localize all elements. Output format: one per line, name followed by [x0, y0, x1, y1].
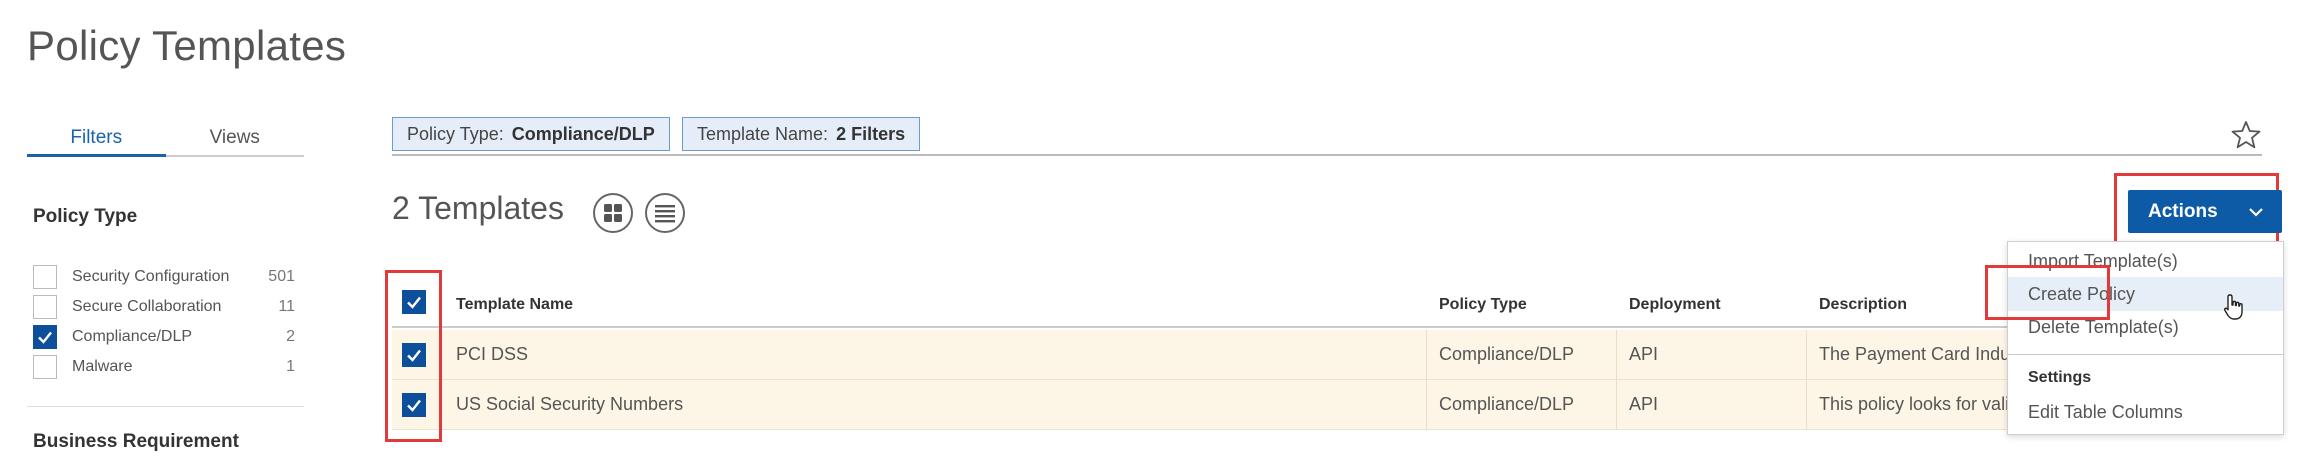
column-separator	[1806, 380, 1807, 429]
filter-label: Compliance/DLP	[72, 328, 193, 345]
tab-filters[interactable]: Filters	[27, 123, 166, 157]
filter-count: 501	[268, 268, 295, 285]
column-header-template-name[interactable]: Template Name	[456, 296, 573, 314]
menu-item-edit-table-columns[interactable]: Edit Table Columns	[2008, 395, 2283, 429]
filter-item-security-configuration[interactable]: Security Configuration 501	[33, 262, 295, 292]
business-requirement-heading: Business Requirement	[33, 431, 239, 452]
cell-template-name[interactable]: PCI DSS	[456, 344, 528, 365]
menu-section-settings: Settings	[2028, 369, 2092, 386]
cell-policy-type: Compliance/DLP	[1439, 344, 1575, 364]
filter-label: Security Configuration	[72, 268, 230, 285]
policy-type-heading: Policy Type	[33, 206, 138, 227]
actions-menu: Import Template(s) Create Policy Delete …	[2007, 241, 2284, 435]
chip-value: Compliance/DLP	[511, 123, 655, 144]
checkmark-icon	[407, 296, 421, 309]
checkmark-icon	[407, 399, 421, 412]
table-row[interactable]: US Social Security Numbers Compliance/DL…	[392, 380, 2222, 430]
column-header-deployment[interactable]: Deployment	[1629, 296, 1721, 314]
checkmark-icon	[38, 331, 52, 344]
filter-item-secure-collaboration[interactable]: Secure Collaboration 11	[33, 292, 295, 322]
filter-label: Malware	[72, 358, 133, 375]
sidebar-divider	[27, 406, 304, 407]
column-separator	[1806, 330, 1807, 379]
list-view-button[interactable]	[645, 193, 685, 233]
sidebar-tabs: Filters Views	[27, 123, 304, 157]
actions-button[interactable]: Actions	[2128, 190, 2282, 233]
filter-checkbox[interactable]	[33, 265, 57, 289]
grid-view-button[interactable]	[593, 193, 633, 233]
hand-cursor-icon	[2224, 294, 2243, 320]
results-count: 2 Templates	[392, 190, 564, 226]
filter-item-malware[interactable]: Malware 1	[33, 352, 295, 382]
actions-label: Actions	[2148, 200, 2218, 222]
active-filter-bar: Policy Type: Compliance/DLP Template Nam…	[392, 115, 2262, 156]
table-header: Template Name Policy Type Deployment Des…	[392, 284, 2222, 328]
filter-item-compliance-dlp[interactable]: Compliance/DLP 2	[33, 322, 295, 352]
menu-item-import-templates[interactable]: Import Template(s)	[2008, 244, 2283, 278]
filter-count: 2	[286, 328, 295, 345]
column-separator	[1616, 380, 1617, 429]
row-checkbox[interactable]	[402, 393, 426, 417]
filter-checkbox[interactable]	[33, 355, 57, 379]
column-header-description[interactable]: Description	[1819, 296, 1907, 314]
filter-checkbox-checked[interactable]	[33, 325, 57, 349]
tab-views[interactable]: Views	[166, 123, 305, 155]
filter-count: 11	[278, 298, 295, 315]
star-icon[interactable]	[2230, 119, 2262, 151]
select-all-checkbox[interactable]	[402, 290, 426, 314]
cell-policy-type: Compliance/DLP	[1439, 394, 1575, 414]
filter-count: 1	[286, 358, 295, 375]
row-checkbox[interactable]	[402, 343, 426, 367]
filter-label: Secure Collaboration	[72, 298, 222, 315]
chip-key: Policy Type:	[407, 123, 504, 144]
page-title: Policy Templates	[27, 22, 347, 69]
menu-divider	[2008, 354, 2283, 355]
filter-chip-template-name[interactable]: Template Name: 2 Filters	[682, 117, 921, 151]
column-separator	[1426, 330, 1427, 379]
column-separator	[1616, 330, 1617, 379]
column-separator	[1426, 380, 1427, 429]
cell-template-name[interactable]: US Social Security Numbers	[456, 394, 683, 415]
column-header-policy-type[interactable]: Policy Type	[1439, 296, 1527, 314]
chip-key: Template Name:	[697, 123, 829, 144]
filter-checkbox[interactable]	[33, 295, 57, 319]
chevron-down-icon	[2249, 208, 2263, 217]
list-icon	[655, 205, 675, 223]
policy-type-filter-list: Security Configuration 501 Secure Collab…	[33, 262, 295, 382]
table-row[interactable]: PCI DSS Compliance/DLP API The Payment C…	[392, 330, 2222, 380]
cell-deployment: API	[1629, 394, 1659, 414]
checkmark-icon	[407, 349, 421, 362]
filter-chip-policy-type[interactable]: Policy Type: Compliance/DLP	[392, 117, 670, 151]
chip-value: 2 Filters	[836, 123, 906, 144]
grid-icon	[604, 204, 622, 222]
cell-deployment: API	[1629, 344, 1659, 364]
